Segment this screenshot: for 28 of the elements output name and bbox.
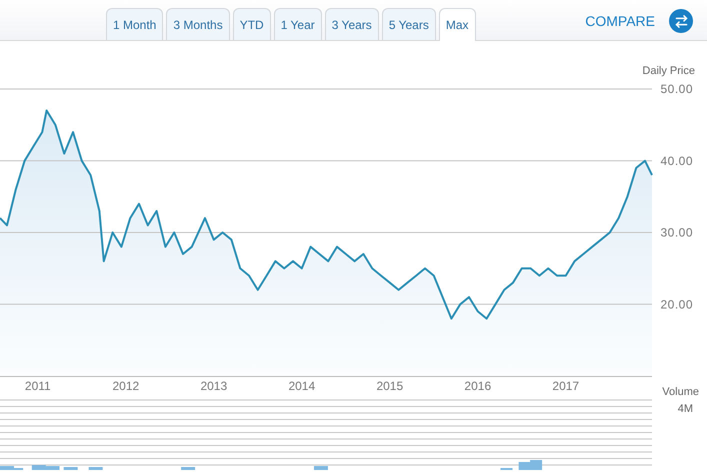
range-tab[interactable]: 1 Year xyxy=(274,8,322,40)
axis-label: 2016 xyxy=(464,379,492,393)
range-tab[interactable]: 3 Years xyxy=(324,8,379,40)
volume-bar xyxy=(181,467,196,470)
axis-label: 2014 xyxy=(288,379,316,393)
axis-title: Daily Price xyxy=(642,65,695,77)
range-tab[interactable]: 1 Month xyxy=(106,8,164,40)
range-tab[interactable]: 3 Months xyxy=(166,8,230,40)
axis-label: 2012 xyxy=(112,379,140,393)
axis-label: 50.00 xyxy=(660,82,693,96)
volume-bar xyxy=(314,466,328,470)
axis-label: 20.00 xyxy=(660,297,693,312)
axis-label: 2011 xyxy=(24,379,51,393)
axis-label: 2017 xyxy=(552,379,580,393)
axis-label: 30.00 xyxy=(660,226,693,240)
compare-link[interactable]: COMPARE xyxy=(585,13,655,29)
volume-scale-label: 4M xyxy=(678,403,693,415)
range-tab[interactable]: 5 Years xyxy=(382,8,436,40)
axis-label: 2015 xyxy=(376,379,404,393)
axis-label: 40.00 xyxy=(660,154,693,168)
range-tab[interactable]: Max xyxy=(438,8,476,41)
range-tab[interactable]: YTD xyxy=(232,8,271,40)
axis-label: 2013 xyxy=(200,379,228,393)
volume-bar xyxy=(530,460,542,470)
volume-label: Volume xyxy=(662,386,699,398)
volume-bar xyxy=(64,467,78,470)
volume-bar xyxy=(88,467,103,470)
swap-arrows-icon[interactable] xyxy=(669,9,693,33)
